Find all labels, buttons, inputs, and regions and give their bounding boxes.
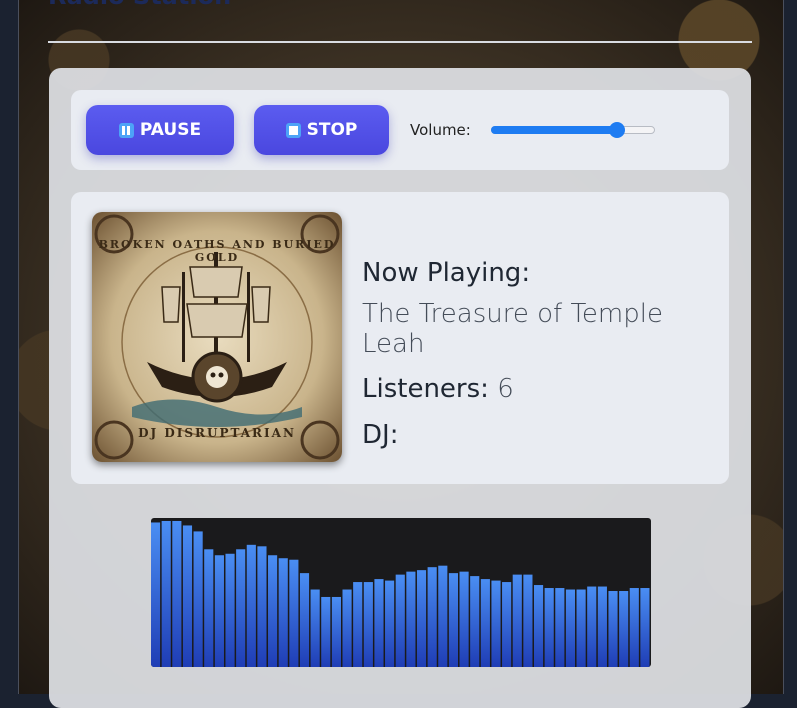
listeners-label: Listeners:	[362, 374, 489, 404]
visualizer-bar	[587, 586, 597, 667]
visualizer-bar	[406, 571, 416, 667]
visualizer-bar	[161, 520, 171, 667]
visualizer-bar	[289, 559, 299, 667]
visualizer-bar	[480, 579, 490, 667]
visualizer-bar	[491, 580, 501, 667]
album-art-bottom-text: DJ DISRUPTARIAN	[138, 426, 296, 440]
volume-slider-thumb[interactable]	[609, 122, 626, 138]
listeners-count: 6	[497, 374, 514, 404]
now-playing-label: Now Playing:	[362, 258, 531, 288]
visualizer-bar	[193, 531, 203, 667]
track-info: Now Playing: The Treasure of Temple Leah…	[362, 258, 729, 450]
volume-label: Volume:	[410, 121, 471, 139]
visualizer-bar	[427, 567, 437, 667]
visualizer-bar	[448, 573, 459, 667]
stop-button-label: STOP	[306, 120, 358, 140]
visualizer-bar	[523, 574, 533, 667]
visualizer-bar	[629, 588, 639, 667]
visualizer-bar	[416, 570, 427, 667]
visualizer-bar	[353, 582, 363, 667]
visualizer-bar	[502, 582, 512, 667]
listeners-line: Listeners: 6	[362, 374, 729, 404]
visualizer-bar	[608, 591, 618, 667]
controls-bar: PAUSE STOP Volume:	[71, 90, 729, 170]
visualizer-bar	[214, 555, 224, 667]
visualizer-bar	[363, 582, 373, 667]
visualizer-bar	[544, 588, 554, 667]
visualizer-bar	[236, 549, 246, 667]
pause-button-label: PAUSE	[139, 120, 202, 140]
visualizer-bar	[459, 571, 469, 667]
visualizer-bars	[151, 520, 650, 667]
visualizer-bar	[151, 522, 161, 667]
visualizer-bar	[395, 574, 405, 667]
stop-icon	[285, 122, 301, 138]
visualizer-bar	[533, 585, 544, 667]
dj-line: DJ:	[362, 420, 729, 450]
visualizer-bar	[385, 580, 395, 667]
visualizer-bar	[321, 596, 331, 667]
visualizer-bar	[331, 596, 341, 667]
player-panel: PAUSE STOP Volume: BROKEN OATHS AND BURI…	[49, 68, 751, 708]
visualizer-bar	[597, 586, 607, 667]
visualizer-bar	[246, 544, 256, 667]
visualizer-bar	[555, 588, 565, 667]
visualizer-bar	[257, 546, 267, 667]
page-title: Radio Station	[48, 0, 231, 8]
visualizer-bar	[182, 525, 193, 667]
visualizer-bar	[565, 589, 576, 667]
pause-button[interactable]: PAUSE	[86, 105, 234, 155]
album-art: BROKEN OATHS AND BURIED GOLD DJ DISRUPTA…	[92, 212, 342, 462]
visualizer-bar	[268, 555, 278, 667]
pause-icon	[118, 122, 134, 138]
visualizer-bar	[576, 589, 586, 667]
visualizer-bar	[640, 588, 650, 667]
visualizer-bar	[342, 589, 352, 667]
visualizer-bar	[278, 558, 288, 667]
visualizer-bar	[374, 579, 384, 667]
visualizer-bar	[225, 553, 235, 667]
visualizer-bar	[204, 549, 214, 667]
album-art-top-text: BROKEN OATHS AND BURIED GOLD	[98, 238, 336, 264]
audio-visualizer	[151, 518, 651, 667]
visualizer-bar	[299, 573, 310, 667]
volume-slider-fill	[491, 126, 618, 134]
header-divider	[48, 41, 752, 43]
now-playing-card: BROKEN OATHS AND BURIED GOLD DJ DISRUPTA…	[71, 192, 729, 484]
track-title: The Treasure of Temple Leah	[362, 299, 663, 359]
stop-button[interactable]: STOP	[254, 105, 389, 155]
visualizer-bar	[310, 589, 320, 667]
dj-label: DJ:	[362, 420, 399, 450]
visualizer-bar	[470, 576, 480, 667]
visualizer-bar	[172, 520, 182, 667]
volume-slider[interactable]	[491, 122, 655, 138]
visualizer-bar	[512, 574, 522, 667]
visualizer-bar	[619, 591, 629, 667]
visualizer-bar	[438, 565, 448, 667]
